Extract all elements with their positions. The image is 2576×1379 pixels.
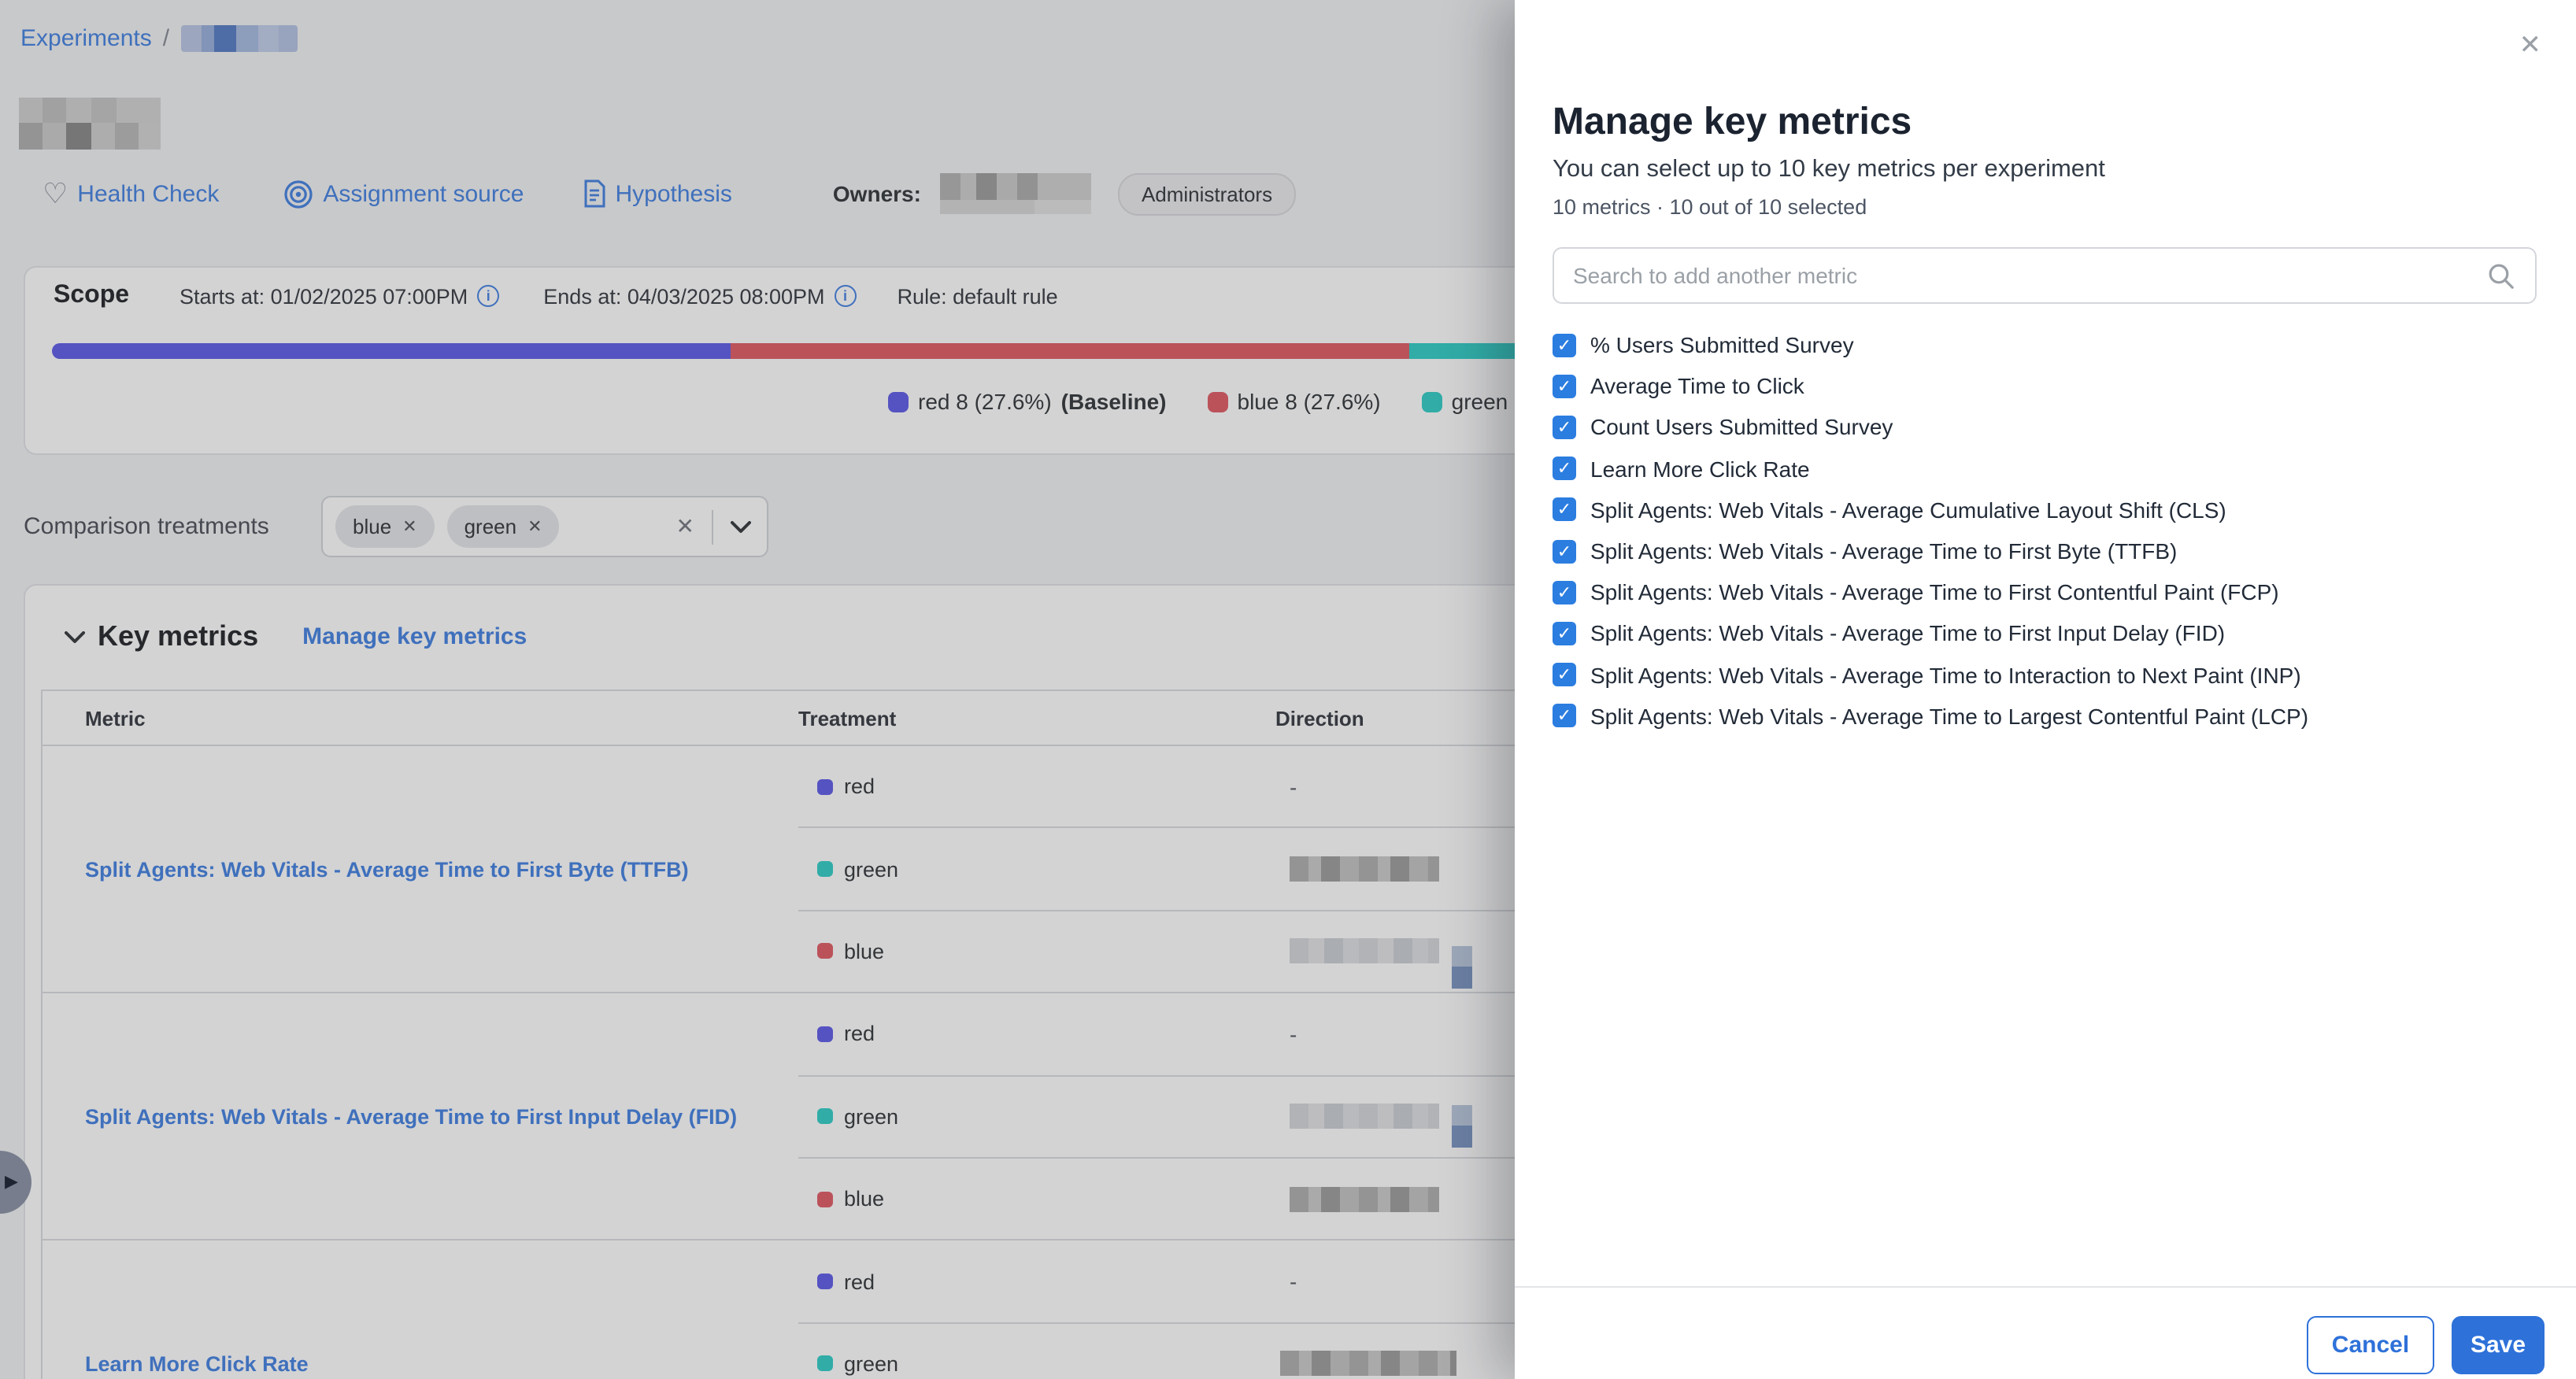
metric-list-item[interactable]: ✓ Split Agents: Web Vitals - Average Tim…	[1553, 531, 2537, 571]
checkbox-checked-icon[interactable]: ✓	[1553, 704, 1576, 728]
metric-list-item[interactable]: ✓ Count Users Submitted Survey	[1553, 407, 2537, 448]
metric-item-label: Count Users Submitted Survey	[1590, 415, 1893, 440]
checkbox-checked-icon[interactable]: ✓	[1553, 416, 1576, 439]
save-button[interactable]: Save	[2452, 1316, 2545, 1374]
metric-item-label: Split Agents: Web Vitals - Average Time …	[1590, 662, 2301, 687]
checkbox-checked-icon[interactable]: ✓	[1553, 498, 1576, 522]
metric-count-status: 10 metrics · 10 out of 10 selected	[1553, 195, 1867, 219]
metric-list-item[interactable]: ✓ Split Agents: Web Vitals - Average Cum…	[1553, 490, 2537, 531]
metric-item-label: Split Agents: Web Vitals - Average Time …	[1590, 538, 2177, 564]
metric-search-box	[1553, 247, 2537, 304]
manage-key-metrics-panel: ✕ Manage key metrics You can select up t…	[1515, 0, 2576, 1379]
metric-list-item[interactable]: ✓ % Users Submitted Survey	[1553, 324, 2537, 365]
close-icon[interactable]: ✕	[2519, 31, 2542, 58]
checkbox-checked-icon[interactable]: ✓	[1553, 333, 1576, 357]
metric-item-label: Average Time to Click	[1590, 374, 1804, 399]
checkbox-checked-icon[interactable]: ✓	[1553, 663, 1576, 686]
metric-list-item[interactable]: ✓ Split Agents: Web Vitals - Average Tim…	[1553, 695, 2537, 736]
metric-item-label: Split Agents: Web Vitals - Average Time …	[1590, 579, 2279, 604]
metric-item-label: % Users Submitted Survey	[1590, 332, 1854, 357]
checkbox-checked-icon[interactable]: ✓	[1553, 622, 1576, 645]
checkbox-checked-icon[interactable]: ✓	[1553, 539, 1576, 563]
checkbox-checked-icon[interactable]: ✓	[1553, 375, 1576, 398]
metric-checkbox-list: ✓ % Users Submitted Survey ✓ Average Tim…	[1553, 324, 2537, 737]
metric-item-label: Split Agents: Web Vitals - Average Time …	[1590, 704, 2308, 729]
metric-list-item[interactable]: ✓ Split Agents: Web Vitals - Average Tim…	[1553, 613, 2537, 654]
metric-search-input[interactable]	[1554, 249, 2535, 302]
metric-list-item[interactable]: ✓ Split Agents: Web Vitals - Average Tim…	[1553, 571, 2537, 612]
metric-list-item[interactable]: ✓ Average Time to Click	[1553, 365, 2537, 406]
metric-item-label: Split Agents: Web Vitals - Average Cumul…	[1590, 497, 2226, 523]
screenshot-viewport: Experiments / ♡ Health Check Assignment …	[0, 0, 2576, 1379]
metric-item-label: Learn More Click Rate	[1590, 456, 1810, 481]
panel-footer: Cancel Save	[1515, 1286, 2576, 1379]
metric-list-item[interactable]: ✓ Learn More Click Rate	[1553, 448, 2537, 489]
checkbox-checked-icon[interactable]: ✓	[1553, 457, 1576, 480]
checkbox-checked-icon[interactable]: ✓	[1553, 580, 1576, 604]
panel-title: Manage key metrics	[1553, 101, 1912, 145]
cancel-button[interactable]: Cancel	[2307, 1316, 2434, 1374]
metric-item-label: Split Agents: Web Vitals - Average Time …	[1590, 621, 2225, 646]
search-icon	[2488, 263, 2515, 290]
metric-list-item[interactable]: ✓ Split Agents: Web Vitals - Average Tim…	[1553, 654, 2537, 695]
panel-subtitle: You can select up to 10 key metrics per …	[1553, 156, 2105, 184]
